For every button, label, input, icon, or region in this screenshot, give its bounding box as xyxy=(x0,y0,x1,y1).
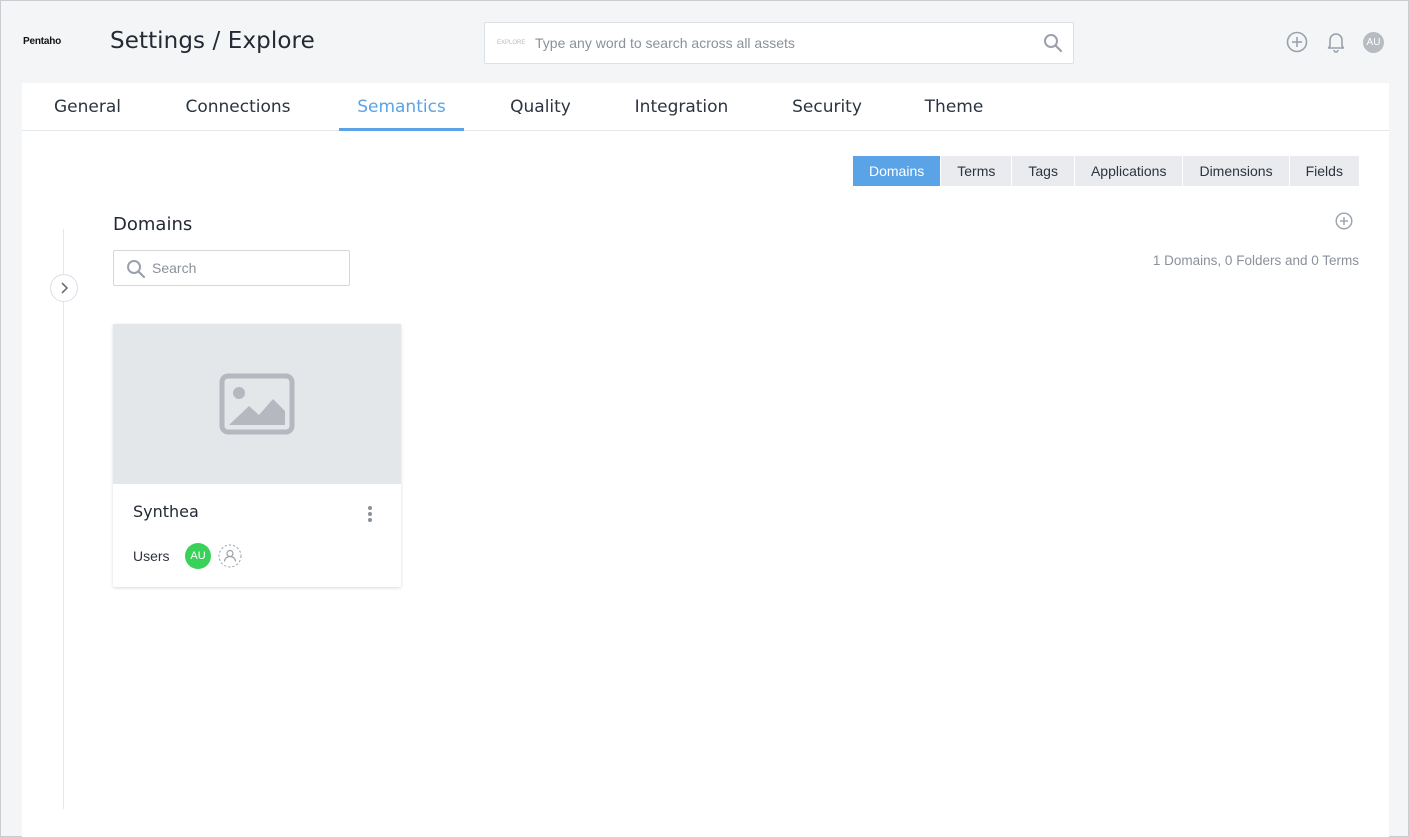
search-icon xyxy=(126,259,146,284)
expand-tree-button[interactable] xyxy=(50,274,78,302)
tab-theme[interactable]: Theme xyxy=(923,83,985,131)
settings-tabs: General Connections Semantics Quality In… xyxy=(22,83,1389,131)
subtab-applications[interactable]: Applications xyxy=(1074,156,1183,186)
tab-connections[interactable]: Connections xyxy=(183,83,293,131)
domain-search-box[interactable] xyxy=(113,250,350,286)
more-options-icon[interactable] xyxy=(362,504,378,524)
tab-security[interactable]: Security xyxy=(791,83,863,131)
search-icon[interactable] xyxy=(1043,33,1063,58)
tab-quality[interactable]: Quality xyxy=(509,83,572,131)
add-user-icon[interactable] xyxy=(218,544,242,573)
semantics-subtabs: Domains Terms Tags Applications Dimensio… xyxy=(853,156,1360,186)
global-search-box[interactable]: EXPLORE xyxy=(484,22,1074,64)
search-scope-label[interactable]: EXPLORE xyxy=(497,40,525,46)
add-circle-icon[interactable] xyxy=(1286,31,1308,58)
top-bar: Pentaho Settings / Explore EXPLORE AU xyxy=(1,1,1409,83)
subtab-dimensions[interactable]: Dimensions xyxy=(1183,156,1289,186)
card-thumbnail xyxy=(113,324,401,484)
brand-logo[interactable]: Pentaho xyxy=(23,36,61,47)
subtab-domains[interactable]: Domains xyxy=(853,156,941,186)
chevron-right-icon xyxy=(61,282,69,294)
domain-user-avatar[interactable]: AU xyxy=(185,543,211,569)
tree-divider xyxy=(63,229,64,809)
tab-semantics[interactable]: Semantics xyxy=(339,83,464,131)
tab-general[interactable]: General xyxy=(53,83,122,131)
settings-panel: General Connections Semantics Quality In… xyxy=(22,83,1389,837)
domain-name[interactable]: Synthea xyxy=(133,502,199,521)
domain-search-input[interactable] xyxy=(152,257,342,279)
tab-integration[interactable]: Integration xyxy=(633,83,730,131)
subtab-tags[interactable]: Tags xyxy=(1012,156,1074,186)
global-search-input[interactable] xyxy=(535,31,1015,55)
image-placeholder-icon xyxy=(219,373,295,435)
bell-icon[interactable] xyxy=(1326,31,1346,58)
users-label: Users xyxy=(133,548,170,564)
section-title: Domains xyxy=(113,214,193,235)
add-domain-icon[interactable] xyxy=(1335,212,1353,235)
user-avatar[interactable]: AU xyxy=(1363,32,1384,53)
domain-card[interactable]: Synthea Users AU xyxy=(113,324,401,587)
subtab-fields[interactable]: Fields xyxy=(1289,156,1359,186)
subtab-terms[interactable]: Terms xyxy=(941,156,1012,186)
domain-count-summary: 1 Domains, 0 Folders and 0 Terms xyxy=(1152,253,1359,268)
page-title: Settings / Explore xyxy=(110,28,315,54)
